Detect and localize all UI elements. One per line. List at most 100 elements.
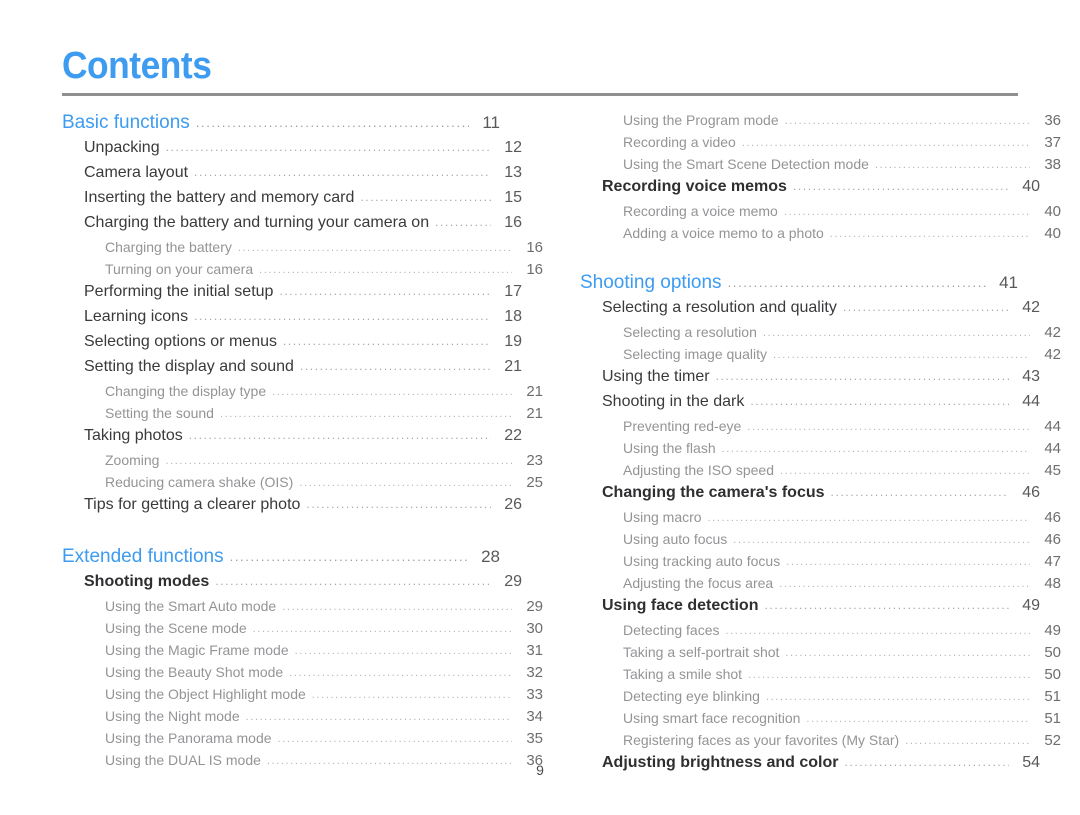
- toc-entry-page-number: 33: [526, 686, 543, 703]
- toc-entry[interactable]: Using auto focus........................…: [580, 531, 1061, 553]
- toc-entry-page-number: 21: [504, 358, 522, 375]
- toc-leader-dots: ........................................…: [725, 626, 1031, 637]
- toc-leader-dots: ........................................…: [294, 646, 512, 657]
- toc-entry[interactable]: Detecting faces.........................…: [580, 622, 1061, 644]
- toc-entry-page-number: 37: [1044, 134, 1061, 151]
- toc-entry-page-number: 51: [1044, 688, 1061, 705]
- toc-leader-dots: ........................................…: [299, 478, 512, 489]
- toc-leader-dots: ........................................…: [283, 335, 491, 347]
- toc-leader-dots: ........................................…: [785, 648, 1030, 659]
- toc-leader-dots: ........................................…: [780, 466, 1030, 477]
- toc-entry[interactable]: Selecting a resolution..................…: [580, 324, 1061, 346]
- toc-entry[interactable]: Recording a voice memo..................…: [580, 203, 1061, 225]
- toc-entry[interactable]: Changing the display type...............…: [62, 383, 543, 405]
- toc-entry-label: Taking a self-portrait shot: [623, 644, 780, 660]
- toc-entry[interactable]: Recording a video.......................…: [580, 134, 1061, 156]
- toc-leader-dots: ........................................…: [165, 141, 491, 153]
- toc-entry[interactable]: Basic functions.........................…: [62, 112, 500, 139]
- toc-entry[interactable]: Reducing camera shake (OIS).............…: [62, 474, 543, 496]
- toc-entry-label: Registering faces as your favorites (My …: [623, 732, 900, 748]
- toc-entry[interactable]: Taking a self-portrait shot.............…: [580, 644, 1061, 666]
- toc-entry-label: Charging the battery and turning your ca…: [84, 214, 430, 231]
- toc-leader-dots: ........................................…: [299, 360, 491, 372]
- toc-entry[interactable]: Using the Beauty Shot mode..............…: [62, 664, 543, 686]
- toc-entry[interactable]: Charging the battery....................…: [62, 239, 543, 261]
- toc-entry-label: Using the flash: [623, 440, 716, 456]
- toc-entry[interactable]: Using the Program mode..................…: [580, 112, 1061, 134]
- toc-entry[interactable]: Selecting options or menus..............…: [62, 333, 522, 358]
- toc-entry[interactable]: Tips for getting a clearer photo........…: [62, 496, 522, 521]
- toc-leader-dots: ........................................…: [707, 513, 1030, 524]
- toc-entry[interactable]: Using tracking auto focus...............…: [580, 553, 1061, 575]
- toc-entry[interactable]: Changing the camera's focus.............…: [580, 484, 1040, 509]
- toc-entry[interactable]: Charging the battery and turning your ca…: [62, 214, 522, 239]
- toc-entry[interactable]: Learning icons..........................…: [62, 308, 522, 333]
- toc-entry-label: Adjusting the ISO speed: [623, 462, 774, 478]
- toc-entry[interactable]: Setting the sound.......................…: [62, 405, 543, 427]
- toc-entry-page-number: 50: [1044, 666, 1061, 683]
- toc-leader-dots: ........................................…: [306, 498, 491, 510]
- toc-entry[interactable]: Using smart face recognition............…: [580, 710, 1061, 732]
- toc-entry[interactable]: Turning on your camera..................…: [62, 261, 543, 283]
- toc-entry[interactable]: Using the Scene mode....................…: [62, 620, 543, 642]
- toc-entry-page-number: 42: [1044, 324, 1061, 341]
- toc-entry-page-number: 16: [526, 261, 543, 278]
- toc-entry[interactable]: Shooting options........................…: [580, 272, 1018, 299]
- toc-entry[interactable]: Taking photos...........................…: [62, 427, 522, 452]
- toc-entry-label: Reducing camera shake (OIS): [105, 474, 294, 490]
- toc-entry-label: Performing the initial setup: [84, 283, 274, 300]
- toc-entry-label: Turning on your camera: [105, 261, 254, 277]
- toc-entry-label: Selecting image quality: [623, 346, 767, 362]
- toc-entry[interactable]: Shooting modes..........................…: [62, 573, 522, 598]
- toc-entry-label: Shooting options: [580, 272, 722, 293]
- toc-entry-label: Using the Smart Auto mode: [105, 598, 277, 614]
- toc-entry[interactable]: Using the Magic Frame mode..............…: [62, 642, 543, 664]
- toc-entry[interactable]: Camera layout...........................…: [62, 164, 522, 189]
- toc-entry[interactable]: Recording voice memos...................…: [580, 178, 1040, 203]
- toc-entry-page-number: 36: [1044, 112, 1061, 129]
- toc-entry-page-number: 42: [1022, 299, 1040, 316]
- toc-entry-label: Using face detection: [602, 597, 759, 614]
- toc-entry[interactable]: Inserting the battery and memory card...…: [62, 189, 522, 214]
- toc-entry[interactable]: Registering faces as your favorites (My …: [580, 732, 1061, 754]
- toc-entry[interactable]: Detecting eye blinking..................…: [580, 688, 1061, 710]
- toc-leader-dots: ........................................…: [219, 409, 512, 420]
- toc-entry[interactable]: Setting the display and sound...........…: [62, 358, 522, 383]
- toc-entry[interactable]: Taking a smile shot.....................…: [580, 666, 1061, 688]
- toc-entry-page-number: 31: [526, 642, 543, 659]
- toc-entry[interactable]: Adding a voice memo to a photo..........…: [580, 225, 1061, 247]
- toc-entry-label: Recording a video: [623, 134, 736, 150]
- toc-entry[interactable]: Using the Object Highlight mode.........…: [62, 686, 543, 708]
- toc-entry[interactable]: Zooming.................................…: [62, 452, 543, 474]
- toc-entry-label: Setting the display and sound: [84, 358, 294, 375]
- toc-entry-label: Recording a voice memo: [623, 203, 778, 219]
- toc-entry[interactable]: Selecting image quality.................…: [580, 346, 1061, 368]
- toc-entry-label: Recording voice memos: [602, 178, 787, 195]
- toc-entry[interactable]: Adjusting the ISO speed.................…: [580, 462, 1061, 484]
- toc-entry[interactable]: Using face detection....................…: [580, 597, 1040, 622]
- toc-entry[interactable]: Using the Smart Auto mode...............…: [62, 598, 543, 620]
- toc-entry-page-number: 44: [1022, 393, 1040, 410]
- toc-entry-label: Using auto focus: [623, 531, 728, 547]
- toc-entry[interactable]: Using the timer.........................…: [580, 368, 1040, 393]
- toc-leader-dots: ........................................…: [783, 207, 1030, 218]
- toc-entry[interactable]: Preventing red-eye......................…: [580, 418, 1061, 440]
- toc-entry-page-number: 16: [504, 214, 522, 231]
- toc-entry[interactable]: Performing the initial setup............…: [62, 283, 522, 308]
- toc-leader-dots: ........................................…: [360, 191, 491, 203]
- toc-entry[interactable]: Selecting a resolution and quality......…: [580, 299, 1040, 324]
- toc-entry[interactable]: Using the Panorama mode.................…: [62, 730, 543, 752]
- toc-entry[interactable]: Unpacking...............................…: [62, 139, 522, 164]
- toc-entry[interactable]: Shooting in the dark....................…: [580, 393, 1040, 418]
- toc-entry[interactable]: Using the Smart Scene Detection mode....…: [580, 156, 1061, 178]
- toc-entry[interactable]: Using the Night mode....................…: [62, 708, 543, 730]
- toc-leader-dots: ........................................…: [772, 350, 1030, 361]
- toc-entry-label: Basic functions: [62, 112, 190, 133]
- toc-leader-dots: ........................................…: [435, 216, 491, 228]
- toc-entry[interactable]: Using macro.............................…: [580, 509, 1061, 531]
- toc-leader-dots: ........................................…: [765, 692, 1030, 703]
- toc-entry[interactable]: Extended functions......................…: [62, 546, 500, 573]
- toc-entry[interactable]: Adjusting the focus area................…: [580, 575, 1061, 597]
- toc-entry[interactable]: Using the flash.........................…: [580, 440, 1061, 462]
- toc-entry-label: Shooting in the dark: [602, 393, 745, 410]
